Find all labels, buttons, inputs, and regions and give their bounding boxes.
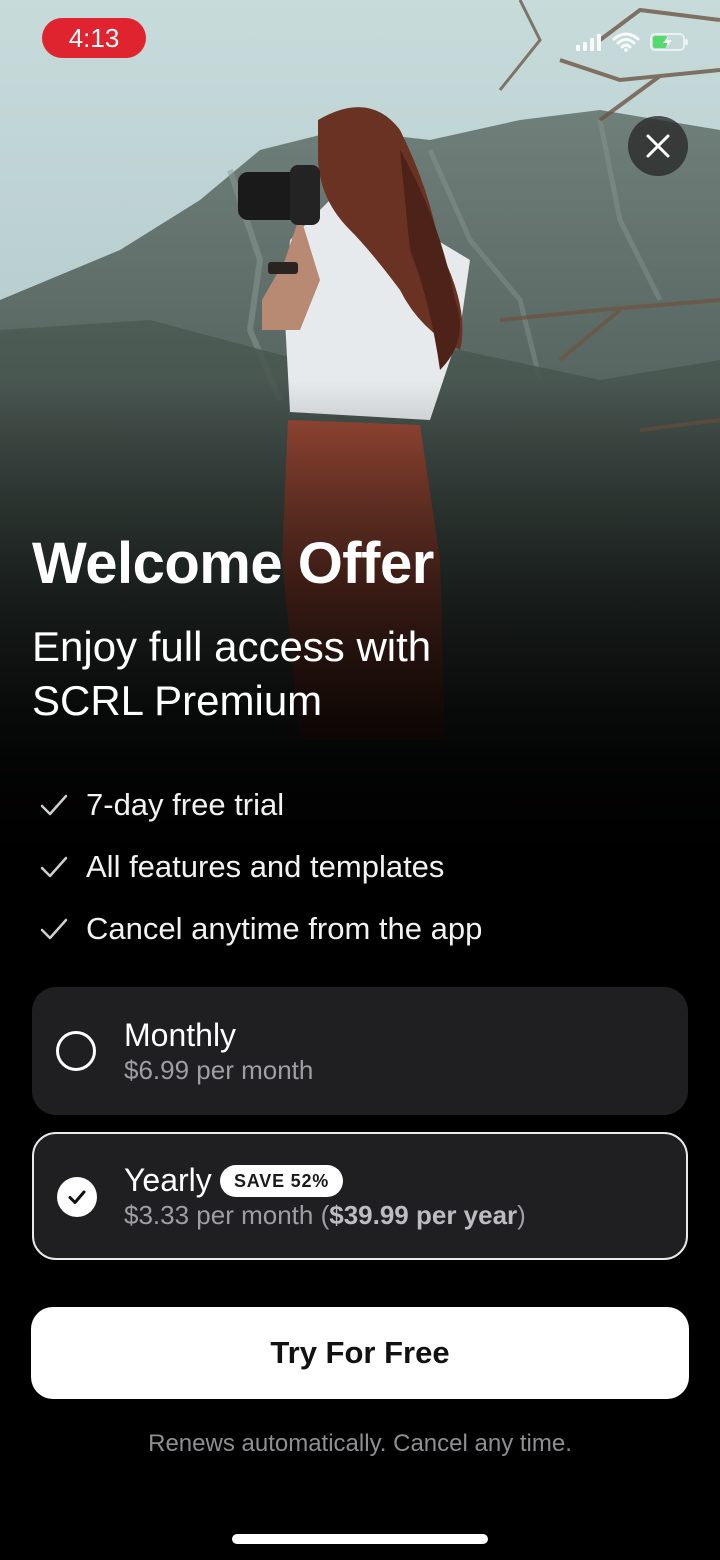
hero-background-photo bbox=[0, 0, 720, 860]
radio-unselected-icon[interactable] bbox=[56, 1031, 96, 1071]
plan-price-suffix: ) bbox=[517, 1200, 526, 1230]
checkmark-icon bbox=[68, 1190, 86, 1204]
savings-badge: SAVE 52% bbox=[220, 1165, 344, 1197]
close-icon bbox=[646, 134, 670, 158]
feature-label: 7-day free trial bbox=[86, 787, 285, 822]
status-bar-icons bbox=[576, 30, 690, 58]
battery-charging-icon bbox=[650, 32, 690, 57]
feature-item: All features and templates bbox=[38, 836, 482, 898]
checkmark-icon bbox=[40, 794, 68, 816]
home-indicator[interactable] bbox=[232, 1534, 488, 1544]
feature-label: Cancel anytime from the app bbox=[86, 911, 483, 946]
status-bar-time: 4:13 bbox=[42, 18, 146, 58]
try-for-free-button[interactable]: Try For Free bbox=[31, 1307, 689, 1399]
plan-price: $3.33 per month ($39.99 per year) bbox=[124, 1200, 526, 1231]
plan-name: Monthly bbox=[124, 1017, 237, 1053]
plan-price: $6.99 per month bbox=[124, 1055, 314, 1085]
offer-subtitle: Enjoy full access with SCRL Premium bbox=[32, 623, 432, 724]
renewal-note: Renews automatically. Cancel any time. bbox=[148, 1430, 572, 1457]
feature-label: All features and templates bbox=[86, 849, 445, 884]
checkmark-icon bbox=[40, 856, 68, 878]
plan-price-yearly-total: $39.99 per year bbox=[329, 1200, 518, 1230]
wifi-icon bbox=[612, 32, 640, 57]
feature-item: Cancel anytime from the app bbox=[38, 898, 482, 960]
plan-price-monthly-equivalent: $3.33 per month ( bbox=[124, 1200, 330, 1230]
plan-option-monthly[interactable]: Monthly $6.99 per month bbox=[32, 987, 688, 1115]
close-button[interactable] bbox=[628, 116, 688, 176]
paywall-screen: 4:13 Welcome Offer Enjoy full access wit… bbox=[0, 0, 720, 1560]
plan-option-yearly[interactable]: Yearly SAVE 52% $3.33 per month ($39.99 … bbox=[32, 1132, 688, 1260]
plan-name: Yearly bbox=[124, 1162, 212, 1198]
cellular-signal-icon bbox=[576, 33, 602, 56]
radio-selected-icon[interactable] bbox=[57, 1177, 97, 1217]
offer-title: Welcome Offer bbox=[32, 531, 434, 596]
feature-item: 7-day free trial bbox=[38, 774, 482, 836]
checkmark-icon bbox=[40, 918, 68, 940]
feature-list: 7-day free trial All features and templa… bbox=[38, 774, 482, 960]
